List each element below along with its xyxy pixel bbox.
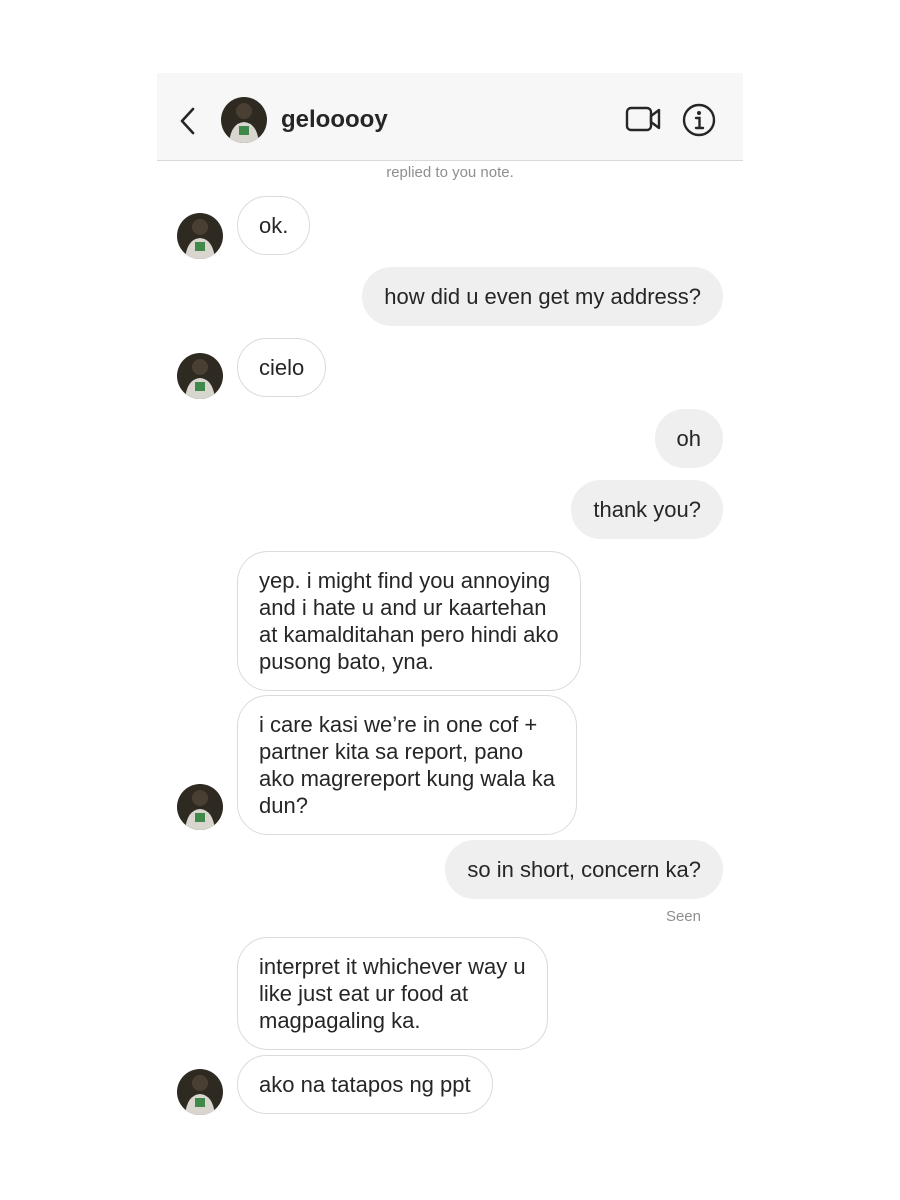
message-text-line: magpagaling ka. bbox=[259, 1008, 421, 1033]
chat-username[interactable]: gelooooy bbox=[281, 106, 388, 134]
received-message-bubble[interactable]: interpret it whichever way u like just ea… bbox=[237, 937, 548, 1050]
info-icon bbox=[682, 103, 716, 137]
sent-message-bubble[interactable]: oh bbox=[654, 409, 723, 468]
dm-thread-screen: gelooooy replied to you note. ok. how did… bbox=[157, 73, 743, 1133]
sent-message-bubble[interactable]: how did u even get my address? bbox=[362, 267, 723, 326]
sender-avatar[interactable] bbox=[177, 213, 223, 259]
message-text-line: partner kita sa report, pano bbox=[259, 739, 524, 764]
back-button[interactable] bbox=[177, 106, 199, 136]
message-text-line: pusong bato, yna. bbox=[259, 649, 434, 674]
info-button[interactable] bbox=[682, 103, 716, 137]
sender-avatar[interactable] bbox=[177, 784, 223, 830]
message-text-line: and i hate u and ur kaartehan bbox=[259, 595, 547, 620]
message-text-line: how did u even get my address? bbox=[384, 284, 701, 309]
message-text-line: yep. i might find you annoying bbox=[259, 568, 551, 593]
received-message-bubble[interactable]: i care kasi we’re in one cof + partner ki… bbox=[237, 695, 577, 835]
sent-message-bubble[interactable]: so in short, concern ka? bbox=[445, 840, 723, 899]
message-text-line: like just eat ur food at bbox=[259, 981, 469, 1006]
sender-avatar[interactable] bbox=[177, 353, 223, 399]
header-avatar[interactable] bbox=[221, 97, 267, 143]
message-text-line: cielo bbox=[259, 355, 305, 380]
replied-note-label: replied to you note. bbox=[386, 164, 514, 181]
message-text-line: at kamalditahan pero hindi ako bbox=[259, 622, 559, 647]
chat-header: gelooooy bbox=[157, 73, 743, 161]
message-text-line: i care kasi we’re in one cof + bbox=[259, 712, 538, 737]
received-message-bubble[interactable]: cielo bbox=[237, 338, 327, 397]
message-text-line: dun? bbox=[259, 793, 308, 818]
chevron-left-icon bbox=[180, 107, 195, 135]
seen-receipt: Seen bbox=[665, 908, 701, 925]
received-message-bubble[interactable]: yep. i might find you annoying and i hate… bbox=[237, 551, 581, 691]
video-call-icon bbox=[625, 106, 661, 132]
message-text-line: oh bbox=[676, 426, 701, 451]
message-text-line: interpret it whichever way u bbox=[259, 954, 526, 979]
received-message-bubble[interactable]: ako na tatapos ng ppt bbox=[237, 1055, 493, 1114]
video-call-button[interactable] bbox=[625, 105, 661, 133]
sent-message-bubble[interactable]: thank you? bbox=[571, 480, 723, 539]
received-message-bubble[interactable]: ok. bbox=[237, 196, 311, 255]
sender-avatar[interactable] bbox=[177, 1069, 223, 1115]
message-text-line: so in short, concern ka? bbox=[467, 857, 701, 882]
message-text-line: ako na tatapos ng ppt bbox=[259, 1072, 471, 1097]
message-text-line: ako magrereport kung wala ka bbox=[259, 766, 555, 791]
message-text-line: thank you? bbox=[593, 497, 701, 522]
message-text-line: ok. bbox=[259, 213, 289, 238]
